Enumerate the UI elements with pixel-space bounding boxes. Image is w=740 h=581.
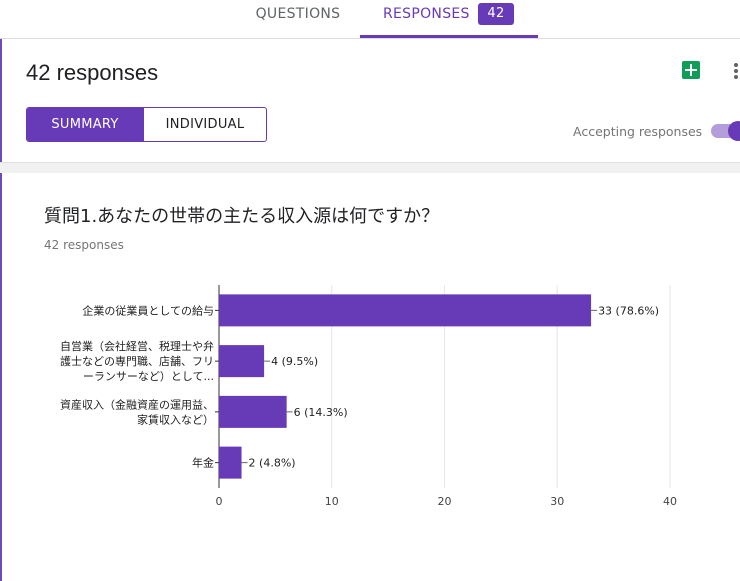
category-label: 護士などの専門職、店舗、フリ	[60, 354, 214, 368]
chart-labels: 0 10 20 30 40 33 (78.6%) 企業の従業員としての給与 4 (9.5%) 自…	[60, 303, 677, 508]
tab-responses-label: RESPONSES	[383, 6, 470, 22]
category-label: ーランサーなど）として...	[83, 370, 214, 383]
bar	[219, 446, 242, 479]
google-sheets-icon[interactable]	[682, 61, 700, 79]
page-title: 42 responses	[26, 60, 159, 85]
summary-button[interactable]: SUMMARY	[27, 108, 143, 141]
bar	[219, 294, 592, 327]
data-label: 4 (9.5%)	[271, 355, 318, 368]
question-response-count: 42 responses	[44, 238, 124, 252]
tab-responses[interactable]: RESPONSES 42	[360, 0, 538, 38]
active-tab-indicator	[360, 35, 538, 38]
x-tick-label: 10	[325, 495, 339, 508]
x-tick-label: 30	[550, 495, 564, 508]
data-label: 6 (14.3%)	[294, 406, 348, 419]
category-label: 企業の従業員としての給与	[82, 303, 214, 317]
x-tick-label: 40	[663, 495, 677, 508]
data-label: 2 (4.8%)	[249, 457, 296, 470]
individual-button[interactable]: INDIVIDUAL	[143, 108, 266, 141]
bar	[219, 395, 287, 428]
data-label: 33 (78.6%)	[598, 304, 659, 317]
responses-bar-chart: 0 10 20 30 40 33 (78.6%) 企業の従業員としての給与 4 (9.5%) 自…	[60, 285, 677, 508]
view-toggle: SUMMARY INDIVIDUAL	[26, 107, 267, 142]
toggle-knob[interactable]	[728, 121, 740, 141]
x-tick-label: 0	[216, 495, 223, 508]
tab-questions-label: QUESTIONS	[255, 6, 341, 22]
responses-count-badge: 42	[478, 3, 514, 25]
bar	[219, 345, 265, 378]
category-label: 家賃収入など）	[137, 412, 214, 426]
more-vert-icon[interactable]	[731, 62, 739, 80]
question-title: 質問1.あなたの世帯の主たる収入源は何ですか？	[44, 206, 440, 227]
chart-bars	[219, 294, 598, 479]
tab-questions[interactable]: QUESTIONS	[238, 0, 358, 38]
top-tab-bar: QUESTIONS RESPONSES 42	[0, 0, 740, 39]
category-label: 資産収入（金融資産の運用益、	[60, 397, 214, 411]
category-label: 自営業（会社経営、税理士や弁	[60, 339, 214, 353]
category-label: 年金	[192, 456, 214, 470]
section-gap	[0, 163, 740, 173]
x-tick-label: 20	[438, 495, 452, 508]
accepting-responses-label: Accepting responses	[573, 124, 703, 139]
